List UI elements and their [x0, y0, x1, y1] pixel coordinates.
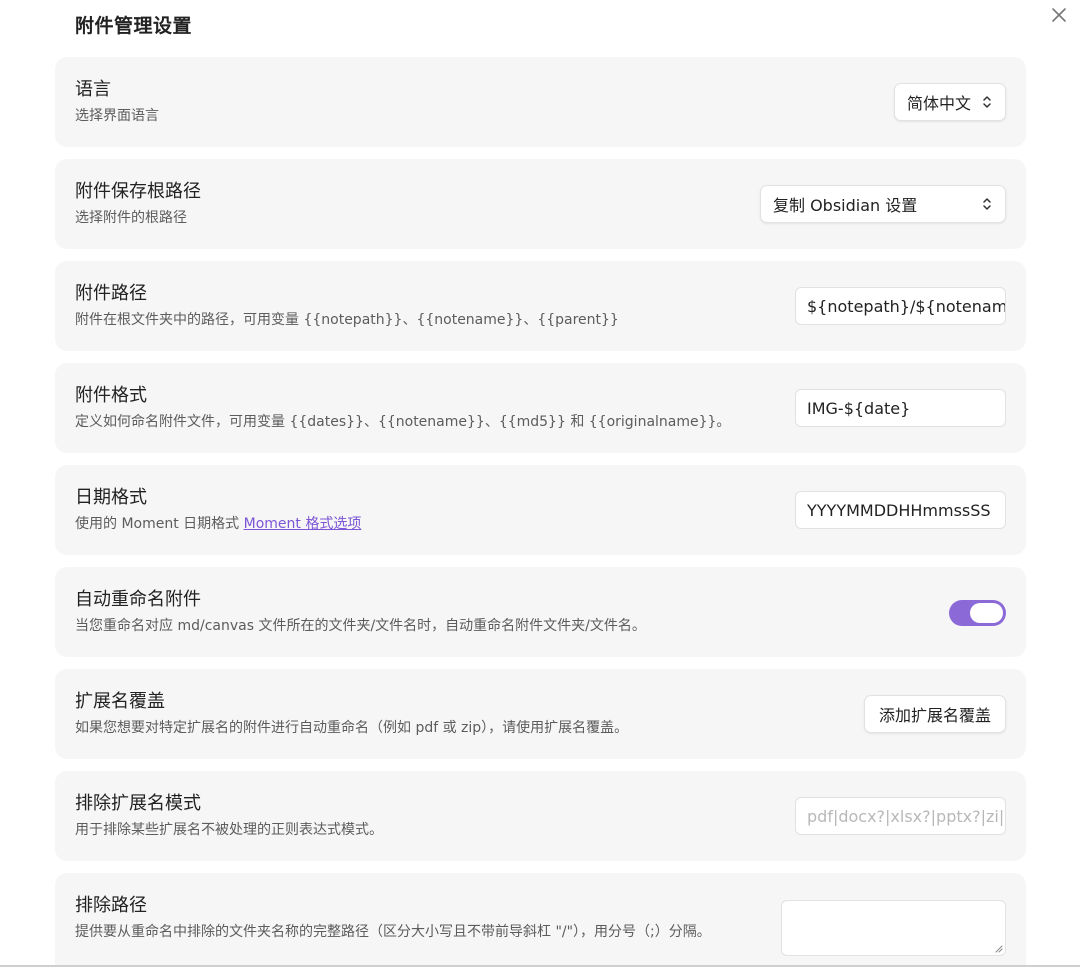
setting-root-path: 附件保存根路径 选择附件的根路径 复制 Obsidian 设置 — [55, 159, 1026, 249]
setting-name: 附件保存根路径 — [75, 181, 201, 202]
setting-name: 附件格式 — [75, 385, 147, 406]
setting-desc: 定义如何命名附件文件，可用变量 {{dates}}、{{notename}}、{… — [75, 414, 731, 430]
chevron-updown-icon — [983, 198, 991, 210]
setting-name: 扩展名覆盖 — [75, 691, 165, 712]
page-title: 附件管理设置 — [75, 15, 193, 37]
setting-ext-override: 扩展名覆盖 如果您想要对特定扩展名的附件进行自动重命名（例如 pdf 或 zip… — [55, 669, 1026, 759]
exclude-ext-input[interactable]: pdf|docx?|xlsx?|pptx?|zi| — [795, 797, 1006, 835]
setting-name: 排除扩展名模式 — [75, 793, 201, 814]
root-path-select-value: 复制 Obsidian 设置 — [773, 196, 918, 215]
settings-list: 语言 选择界面语言 简体中文 附件保存根路径 选择附件的根路径 复制 Obsid… — [55, 57, 1026, 967]
setting-desc: 提供要从重命名中排除的文件夹名称的完整路径（区分大小写且不带前导斜杠 "/"），… — [75, 924, 711, 940]
resize-grip-icon — [995, 945, 1003, 953]
setting-desc: 选择附件的根路径 — [75, 210, 187, 226]
setting-desc: 选择界面语言 — [75, 108, 159, 124]
setting-name: 日期格式 — [75, 487, 147, 508]
language-select-value: 简体中文 — [907, 94, 972, 113]
setting-desc: 如果您想要对特定扩展名的附件进行自动重命名（例如 pdf 或 zip），请使用扩… — [75, 720, 629, 736]
setting-exclude-path: 排除路径 提供要从重命名中排除的文件夹名称的完整路径（区分大小写且不带前导斜杠 … — [55, 873, 1026, 967]
chevron-updown-icon — [983, 96, 991, 108]
auto-rename-toggle[interactable] — [949, 600, 1006, 626]
setting-desc: 用于排除某些扩展名不被处理的正则表达式模式。 — [75, 822, 383, 838]
close-icon — [1052, 8, 1066, 22]
setting-name: 自动重命名附件 — [75, 589, 201, 610]
setting-name: 排除路径 — [75, 895, 147, 916]
attachment-path-input[interactable]: ${notepath}/${notename — [795, 287, 1006, 325]
setting-date-format: 日期格式 使用的 Moment 日期格式 Moment 格式选项 YYYYMMD… — [55, 465, 1026, 555]
setting-name: 语言 — [75, 79, 111, 100]
exclude-path-textarea[interactable] — [781, 900, 1006, 956]
setting-auto-rename: 自动重命名附件 当您重命名对应 md/canvas 文件所在的文件夹/文件名时，… — [55, 567, 1026, 657]
setting-desc: 附件在根文件夹中的路径，可用变量 {{notepath}}、{{notename… — [75, 312, 619, 328]
setting-desc-text: 使用的 Moment 日期格式 — [75, 516, 240, 532]
language-select[interactable]: 简体中文 — [894, 83, 1006, 121]
attachment-format-input[interactable]: IMG-${date} — [795, 389, 1006, 427]
setting-name: 附件路径 — [75, 283, 147, 304]
setting-language: 语言 选择界面语言 简体中文 — [55, 57, 1026, 147]
add-ext-override-button[interactable]: 添加扩展名覆盖 — [863, 695, 1006, 733]
date-format-input[interactable]: YYYYMMDDHHmmssSS — [795, 491, 1006, 529]
setting-attachment-path: 附件路径 附件在根文件夹中的路径，可用变量 {{notepath}}、{{not… — [55, 261, 1026, 351]
setting-desc: 使用的 Moment 日期格式 Moment 格式选项 — [75, 514, 766, 534]
moment-format-link[interactable]: Moment 格式选项 — [244, 516, 362, 532]
root-path-select[interactable]: 复制 Obsidian 设置 — [760, 185, 1006, 223]
close-button[interactable] — [1048, 4, 1070, 26]
setting-exclude-ext: 排除扩展名模式 用于排除某些扩展名不被处理的正则表达式模式。 pdf|docx?… — [55, 771, 1026, 861]
toggle-knob — [970, 603, 1003, 623]
setting-attachment-format: 附件格式 定义如何命名附件文件，可用变量 {{dates}}、{{notenam… — [55, 363, 1026, 453]
setting-desc: 当您重命名对应 md/canvas 文件所在的文件夹/文件名时，自动重命名附件文… — [75, 618, 646, 634]
